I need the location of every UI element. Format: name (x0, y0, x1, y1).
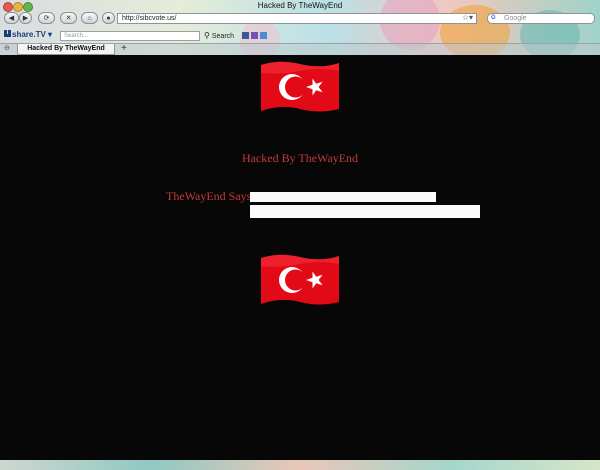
site-icon: ● (102, 12, 115, 24)
reload-button[interactable]: ⟳ (38, 12, 55, 24)
search-icon: ⚲ (204, 31, 210, 40)
turkish-flag-icon (261, 61, 339, 112)
toolbar-search-placeholder: Search... (64, 33, 89, 39)
share-icon[interactable] (251, 32, 258, 39)
tab-bar: ⊖ Hacked By TheWayEnd + (0, 43, 600, 55)
toolbar-search-label: Search (211, 33, 235, 40)
tab-list-icon[interactable]: ⊖ (4, 45, 12, 53)
title-bar: Hacked By TheWayEnd (0, 0, 600, 12)
tab-active[interactable]: Hacked By TheWayEnd (17, 44, 115, 55)
bookmark-star-icon[interactable]: ☆▾ (462, 13, 473, 22)
toolbar-search-button[interactable]: ⚲ Search (204, 30, 234, 42)
browser-chrome: Hacked By TheWayEnd ◀ ▶ ⟳ ✕ ⌂ ● http://s… (0, 0, 600, 55)
url-text: http://sibcvote.us/ (122, 15, 177, 22)
page-headline: Hacked By TheWayEnd (241, 151, 359, 165)
google-icon: G (491, 15, 496, 21)
home-button[interactable]: ⌂ (81, 12, 98, 24)
back-button[interactable]: ◀ (4, 12, 19, 24)
sharetv-logo[interactable]: i share.TV ▾ (4, 30, 52, 39)
navigation-bar: ◀ ▶ ⟳ ✕ ⌂ ● http://sibcvote.us/ ☆▾ G Goo… (0, 12, 600, 27)
status-bar (0, 460, 600, 470)
redacted-message-bar (250, 205, 480, 218)
facebook-icon[interactable] (242, 32, 249, 39)
page-content: Hacked By TheWayEnd TheWayEnd Says: (0, 55, 600, 460)
forward-button[interactable]: ▶ (19, 12, 32, 24)
address-bar[interactable]: http://sibcvote.us/ ☆▾ (117, 13, 477, 24)
says-label: TheWayEnd Says: (166, 189, 255, 203)
toolbar-search-input[interactable]: Search... (60, 31, 200, 41)
sharetv-logo-text: share.TV (12, 30, 46, 39)
search-placeholder: Google (504, 15, 527, 22)
window-title: Hacked By TheWayEnd (257, 1, 343, 10)
bookmark-icon[interactable] (260, 32, 267, 39)
new-tab-button[interactable]: + (121, 43, 127, 54)
sharetv-toolbar: i share.TV ▾ Search... ⚲ Search (0, 29, 600, 43)
redacted-message-bar (250, 192, 436, 202)
sharetv-logo-icon: i (4, 30, 11, 37)
search-input[interactable]: G Google (487, 13, 595, 24)
stop-button[interactable]: ✕ (60, 12, 77, 24)
turkish-flag-icon (261, 254, 339, 305)
